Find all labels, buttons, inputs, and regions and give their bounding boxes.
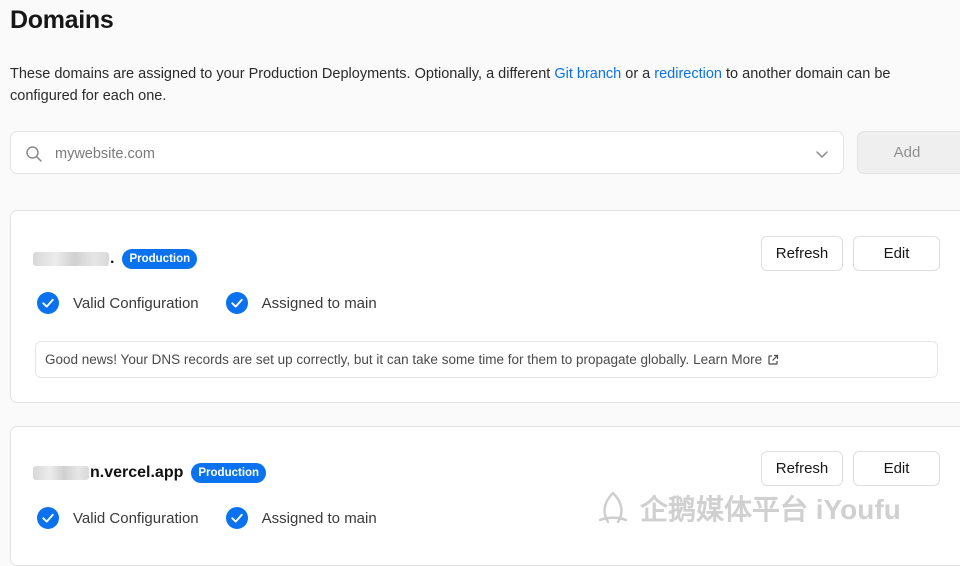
status-row: Valid Configuration Assigned to main <box>37 292 404 314</box>
production-badge: Production <box>191 463 267 483</box>
page-description: These domains are assigned to your Produ… <box>10 63 945 107</box>
status-label: Valid Configuration <box>73 294 199 312</box>
domain-name-suffix: n.vercel.app <box>90 464 184 481</box>
dns-notice: Good news! Your DNS records are set up c… <box>35 341 938 378</box>
git-branch-link[interactable]: Git branch <box>554 66 621 82</box>
edit-button[interactable]: Edit <box>853 236 940 271</box>
domain-name-row: n.vercel.app Production <box>33 463 267 483</box>
domain-card: . Production Refresh Edit Valid Configur… <box>10 210 960 403</box>
chevron-down-icon[interactable] <box>815 147 829 161</box>
redacted-domain-name <box>33 466 89 480</box>
description-text-2: or a <box>621 66 655 82</box>
status-row: Valid Configuration Assigned to main <box>37 507 404 529</box>
status-valid-configuration: Valid Configuration <box>37 507 199 529</box>
notice-text: Good news! Your DNS records are set up c… <box>45 352 690 367</box>
description-text-1: These domains are assigned to your Produ… <box>10 66 555 82</box>
status-label: Valid Configuration <box>73 509 199 527</box>
learn-more-link[interactable]: Learn More <box>693 352 779 367</box>
status-label: Assigned to main <box>261 294 377 312</box>
edit-button[interactable]: Edit <box>853 451 940 486</box>
watermark: 企鹅媒体平台 iYoufu <box>596 488 901 528</box>
status-valid-configuration: Valid Configuration <box>37 292 199 314</box>
domain-name-row: . Production <box>33 249 198 269</box>
check-circle-icon <box>225 292 248 314</box>
external-link-icon <box>768 354 779 365</box>
refresh-button[interactable]: Refresh <box>761 451 843 486</box>
add-domain-button[interactable]: Add <box>857 131 960 174</box>
status-label: Assigned to main <box>261 509 377 527</box>
learn-more-label[interactable]: Learn More <box>693 352 762 367</box>
check-circle-icon <box>225 507 248 529</box>
status-assigned-branch: Assigned to main <box>225 292 377 314</box>
refresh-button[interactable]: Refresh <box>761 236 843 271</box>
status-assigned-branch: Assigned to main <box>225 507 377 529</box>
watermark-text: 企鹅媒体平台 iYoufu <box>640 494 901 525</box>
search-icon <box>26 146 42 162</box>
domain-input[interactable] <box>53 141 797 167</box>
page-title: Domains <box>10 6 114 34</box>
production-badge: Production <box>122 249 198 269</box>
redirection-link[interactable]: redirection <box>654 66 722 82</box>
domain-search-combobox[interactable] <box>10 131 844 174</box>
check-circle-icon <box>37 292 59 314</box>
redacted-domain-name <box>33 252 109 266</box>
domain-name-suffix: . <box>110 250 115 267</box>
watermark-logo-icon <box>598 491 628 524</box>
check-circle-icon <box>37 507 59 529</box>
